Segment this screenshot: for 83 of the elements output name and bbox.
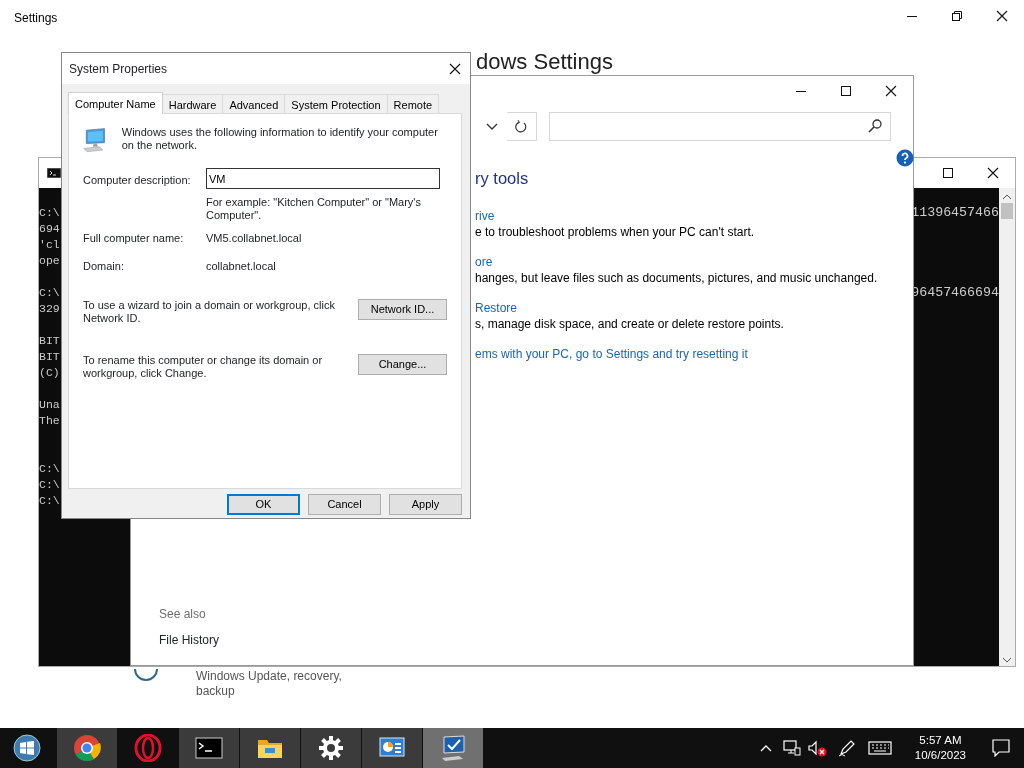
scroll-thumb[interactable] (1001, 203, 1013, 219)
console-line: C:\ (39, 461, 60, 477)
console-line: 694 (39, 221, 60, 237)
clock[interactable]: 5:57 AM 10/6/2023 (896, 733, 978, 763)
reset-link[interactable]: ems with your PC, go to Settings and try resetting it (475, 345, 913, 362)
field-value: collabnet.local (206, 258, 277, 274)
close-icon[interactable] (884, 85, 897, 97)
tab[interactable]: System Protection (284, 94, 388, 113)
console-line: 329 (39, 301, 60, 317)
tool-link[interactable]: ore (475, 253, 913, 270)
action-text: To use a wizard to join a domain or workgroup, click Network ID. (83, 299, 336, 325)
chevron-icon (486, 122, 498, 130)
dialog-title: System Properties (69, 60, 168, 78)
network-icon[interactable] (782, 740, 801, 756)
console-line: C:\ (39, 205, 60, 221)
field-label: Computer description: (83, 173, 192, 188)
opera-icon (134, 734, 162, 762)
windows-logo-icon (13, 734, 41, 762)
chrome-icon (73, 734, 101, 762)
console-line: C:\ (39, 477, 60, 493)
gear-icon (317, 734, 345, 762)
hint-text: For example: "Kitchen Computer" or "Mary's Computer". (206, 196, 422, 222)
field-value: VM5.collabnet.local (206, 231, 303, 246)
see-also-heading: See also (159, 606, 207, 623)
action-text: To rename this computer or change its domain or workgroup, click Change. (83, 354, 324, 380)
console-line: 11396457466 (911, 205, 999, 221)
scrollbar[interactable] (999, 188, 1015, 666)
maximize-icon[interactable] (840, 86, 851, 96)
console-line: 96457466694 (911, 285, 999, 301)
tool-description: e to troubleshoot problems when your PC can't start. (475, 223, 756, 240)
taskbar-button[interactable] (179, 728, 239, 768)
console-icon (195, 734, 223, 762)
taskbar-button[interactable] (57, 728, 117, 768)
action-button[interactable]: Change... (358, 354, 447, 375)
dialog-button[interactable]: Cancel (308, 494, 381, 515)
console-line: (C) (39, 365, 60, 381)
console-line: 'cl (39, 237, 60, 253)
refresh-icon (515, 119, 528, 133)
tab[interactable]: Computer Name (68, 92, 163, 114)
console-line: C:\ (39, 493, 60, 509)
close-icon[interactable] (995, 10, 1008, 22)
tool-link[interactable]: Restore (475, 299, 913, 316)
search-icon[interactable] (868, 119, 882, 133)
keyboard-icon[interactable] (867, 741, 892, 755)
field-label: Domain: (83, 258, 125, 274)
maximize-icon[interactable] (942, 168, 953, 178)
console-line: The (39, 413, 60, 429)
scroll-down-icon[interactable] (1002, 656, 1012, 664)
tool-link[interactable]: rive (475, 207, 913, 224)
scroll-up-icon[interactable] (1002, 193, 1012, 201)
muted-speaker-icon[interactable] (808, 739, 828, 757)
category-description: Windows Update, recovery, backup (196, 669, 343, 699)
dialog-button[interactable]: OK (227, 494, 300, 515)
field-label: Full computer name: (83, 231, 185, 246)
restore-icon[interactable] (951, 11, 962, 21)
console-line: BIT (39, 333, 60, 349)
help-icon[interactable] (896, 149, 914, 167)
console-line: ope (39, 253, 60, 269)
category-icon (134, 668, 158, 681)
pen-icon[interactable] (837, 739, 856, 757)
intro-text: Windows uses the following information to identify your computer on the network. (121, 126, 439, 152)
page-heading: dows Settings (476, 50, 613, 74)
taskbar-button[interactable] (301, 728, 361, 768)
tool-description: hanges, but leave files such as documents, pictures, and music unchanged. (475, 269, 879, 286)
chevron-up-icon[interactable] (759, 743, 772, 753)
console-line: Una (39, 397, 60, 413)
dialog-button[interactable]: Apply (389, 494, 462, 515)
close-icon[interactable] (986, 167, 999, 179)
notification-icon[interactable] (992, 739, 1010, 757)
tab[interactable]: Remote (386, 94, 440, 113)
window-title: Settings (14, 10, 58, 27)
taskbar-button[interactable] (362, 728, 422, 768)
see-also-link[interactable]: File History (159, 631, 913, 649)
description-field[interactable]: VM (206, 168, 440, 189)
console-line: BIT (39, 349, 60, 365)
refresh-button[interactable] (507, 111, 537, 141)
taskbar-button[interactable] (240, 728, 300, 768)
section-heading: ry tools (475, 168, 530, 189)
close-icon[interactable] (449, 62, 461, 75)
console-line: C:\ (39, 285, 60, 301)
search-field[interactable] (549, 111, 891, 141)
tool-description: s, manage disk space, and create or delete restore points. (475, 315, 785, 332)
action-button[interactable]: Network ID... (358, 299, 447, 320)
